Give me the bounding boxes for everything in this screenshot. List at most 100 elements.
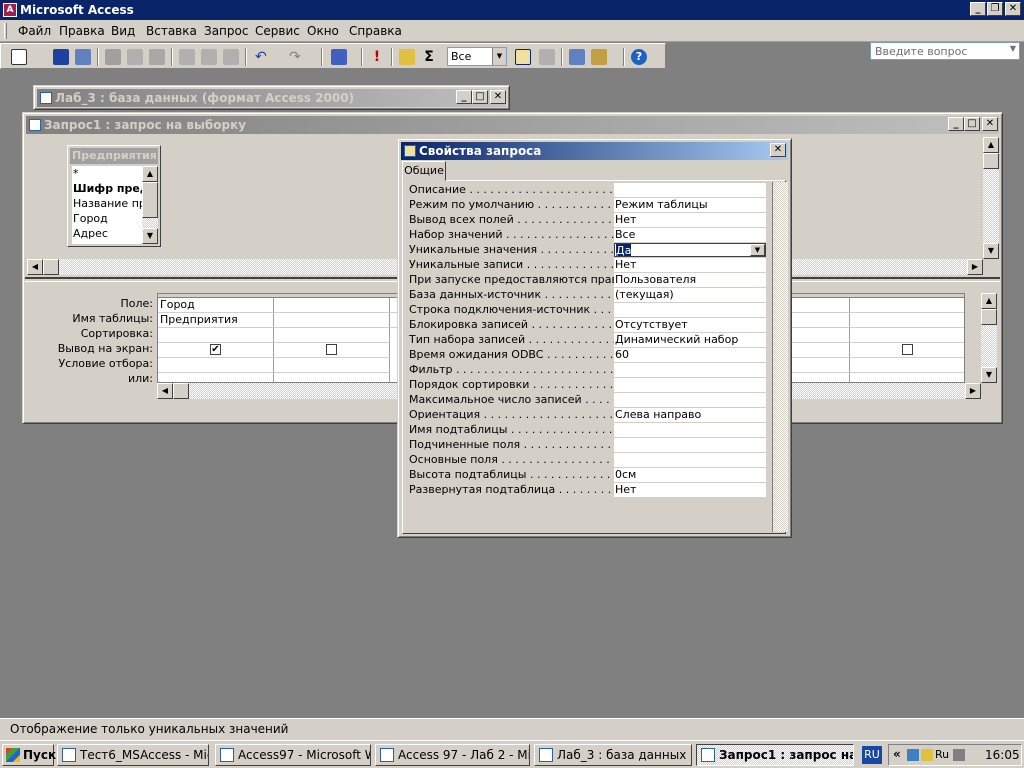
tab-general[interactable]: Общие (402, 161, 446, 181)
property-value[interactable]: Нет (614, 483, 766, 497)
menu-tools[interactable]: Сервис (255, 24, 300, 38)
menu-edit[interactable]: Правка (59, 24, 105, 38)
property-value[interactable]: Все (614, 228, 766, 242)
property-value[interactable]: Пользователя (614, 273, 766, 287)
grid-field-cell[interactable] (274, 298, 390, 313)
property-value[interactable]: Динамический набор (614, 333, 766, 347)
property-value[interactable]: Режим таблицы (614, 198, 766, 212)
spelling-icon[interactable] (149, 49, 165, 65)
property-value[interactable] (614, 453, 766, 467)
network-icon[interactable] (907, 749, 919, 761)
scroll-thumb[interactable] (981, 309, 997, 325)
scroll-down-icon[interactable]: ▼ (981, 367, 997, 383)
db-minimize-button[interactable]: _ (456, 90, 472, 104)
show-table-icon[interactable] (399, 49, 415, 65)
menu-window[interactable]: Окно (307, 24, 339, 38)
save-icon[interactable] (53, 49, 69, 65)
field-item[interactable]: Шифр предпр (73, 181, 142, 196)
app-close-button[interactable]: ✕ (1005, 2, 1021, 16)
db-maximize-button[interactable]: □ (472, 90, 488, 104)
undo-icon[interactable]: ↶ (255, 49, 271, 65)
property-value[interactable] (614, 363, 766, 377)
app-restore-button[interactable]: ❐ (987, 2, 1003, 16)
scroll-left-icon[interactable]: ◀ (27, 259, 43, 275)
tray-expand-icon[interactable]: « (893, 747, 901, 761)
grid-table-cell[interactable] (850, 313, 964, 328)
field-item[interactable]: Адрес (73, 226, 142, 241)
chevron-down-icon[interactable]: ▼ (750, 244, 765, 256)
database-window-icon[interactable] (569, 49, 585, 65)
language-indicator[interactable]: RU (862, 746, 882, 764)
chevron-down-icon[interactable]: ▼ (492, 48, 506, 65)
totals-icon[interactable]: Σ (421, 49, 437, 65)
db-close-button[interactable]: ✕ (490, 90, 506, 104)
start-button[interactable]: Пуск (2, 744, 56, 766)
grid-sort-cell[interactable] (158, 328, 274, 343)
scroll-up-icon[interactable]: ▲ (983, 137, 999, 153)
menu-help[interactable]: Справка (349, 24, 402, 38)
grid-or-cell[interactable] (274, 373, 390, 382)
show-checkbox[interactable] (902, 344, 913, 355)
print-icon[interactable] (105, 49, 121, 65)
ask-dropdown-icon[interactable]: ▼ (1010, 44, 1016, 53)
grid-sort-cell[interactable] (850, 328, 964, 343)
task-button-active[interactable]: Запрос1 : запрос на ... (696, 744, 854, 766)
grid-sort-cell[interactable] (274, 328, 390, 343)
property-value[interactable]: 0см (614, 468, 766, 482)
app-minimize-button[interactable]: _ (970, 2, 986, 16)
grid-or-cell[interactable] (850, 373, 964, 382)
top-values-combo[interactable]: Все ▼ (447, 47, 507, 66)
menu-query[interactable]: Запрос (204, 24, 248, 38)
scroll-up-icon[interactable]: ▲ (142, 166, 158, 182)
task-button[interactable]: Тест6_MSAccess - Micr... (57, 744, 209, 766)
grid-or-cell[interactable] (158, 373, 274, 382)
task-button[interactable]: Лаб_3 : база данных (... (534, 744, 692, 766)
volume-icon[interactable] (953, 749, 965, 761)
scroll-thumb[interactable] (43, 259, 59, 275)
property-value[interactable] (614, 393, 766, 407)
task-button[interactable]: Access 97 - Лаб 2 - Micr... (375, 744, 530, 766)
property-value[interactable] (614, 423, 766, 437)
run-icon[interactable]: ! (369, 49, 385, 65)
grid-criteria-cell[interactable] (274, 358, 390, 373)
cut-icon[interactable] (179, 49, 195, 65)
scroll-thumb[interactable] (173, 383, 189, 399)
keyboard-layout[interactable]: Ru (935, 748, 949, 761)
table-field-list[interactable]: Предприятия * Шифр предпр Название пре Г… (67, 145, 161, 247)
grid-field-cell[interactable] (850, 298, 964, 313)
show-checkbox[interactable]: ✔ (210, 344, 221, 355)
help-icon[interactable]: ? (631, 49, 647, 65)
property-value[interactable]: Слева направо (614, 408, 766, 422)
scroll-right-icon[interactable]: ▶ (967, 259, 983, 275)
tray-app-icon[interactable] (921, 749, 933, 761)
menu-insert[interactable]: Вставка (146, 24, 197, 38)
build-icon[interactable] (539, 49, 555, 65)
scroll-down-icon[interactable]: ▼ (142, 228, 158, 244)
search-file-icon[interactable] (75, 49, 91, 65)
redo-icon[interactable]: ↷ (289, 49, 305, 65)
query-close-button[interactable]: ✕ (982, 117, 998, 131)
copy-icon[interactable] (201, 49, 217, 65)
grid-criteria-cell[interactable] (850, 358, 964, 373)
properties-close-button[interactable]: ✕ (770, 143, 786, 157)
query-maximize-button[interactable]: □ (964, 117, 980, 131)
grid-criteria-cell[interactable] (158, 358, 274, 373)
query-minimize-button[interactable]: _ (948, 117, 964, 131)
property-value[interactable]: Нет (614, 213, 766, 227)
ask-question-box[interactable]: Введите вопрос ▼ (870, 42, 1020, 60)
field-item[interactable]: Город (73, 211, 142, 226)
paste-icon[interactable] (223, 49, 239, 65)
task-button[interactable]: Access97 - Microsoft Word (215, 744, 371, 766)
scroll-down-icon[interactable]: ▼ (983, 243, 999, 259)
property-value[interactable] (614, 303, 766, 317)
menu-view[interactable]: Вид (111, 24, 135, 38)
property-value[interactable]: 60 (614, 348, 766, 362)
new-object-icon[interactable] (591, 49, 607, 65)
grid-table-cell[interactable]: Предприятия (158, 313, 274, 328)
scroll-up-icon[interactable]: ▲ (981, 293, 997, 309)
print-preview-icon[interactable] (127, 49, 143, 65)
property-value[interactable] (614, 378, 766, 392)
property-value[interactable]: Отсутствует (614, 318, 766, 332)
show-checkbox[interactable] (326, 344, 337, 355)
property-value[interactable]: (текущая) (614, 288, 766, 302)
